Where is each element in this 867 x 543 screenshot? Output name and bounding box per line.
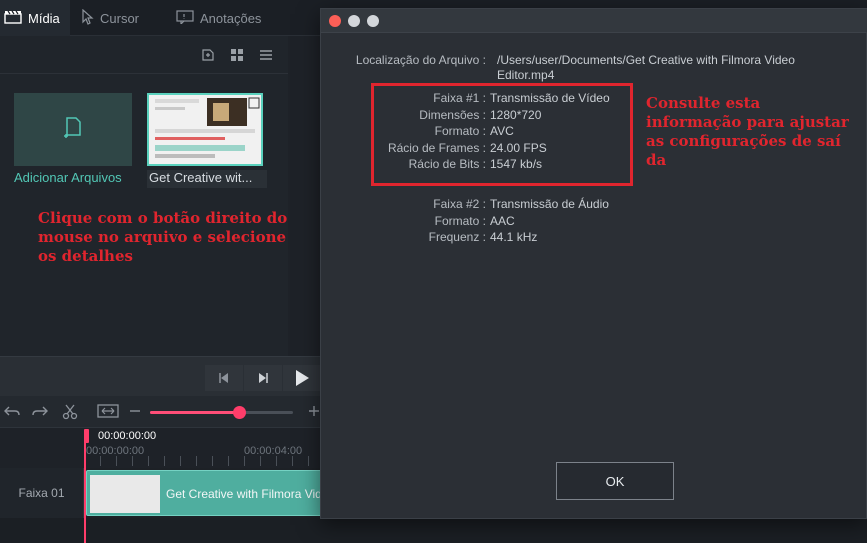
editor-window: Mídia Cursor Anotações Adicionar Arquivo… [0,0,867,543]
maximize-window-icon[interactable] [367,15,379,27]
track-header[interactable]: Faixa 01 [0,468,84,518]
track-name: Faixa 01 [18,486,65,500]
fit-timeline-icon[interactable] [97,404,119,420]
playhead-handle[interactable] [84,429,89,443]
skip-back-button[interactable] [205,365,243,391]
zoom-out-icon[interactable] [126,404,144,420]
step-forward-icon [259,373,268,383]
add-files-tile[interactable] [14,93,132,166]
annotation-icon [176,9,194,27]
redo-icon[interactable] [31,404,49,420]
zoom-slider-fill [150,411,239,414]
grid-view-icon[interactable] [230,48,244,62]
add-files-label[interactable]: Adicionar Arquivos [14,170,144,185]
track2-label: Frequenz : [428,230,486,244]
media-clip-thumbnail[interactable] [147,93,263,166]
current-timecode: 00:00:00:00 [98,430,157,442]
playhead[interactable] [84,430,86,543]
new-folder-icon[interactable] [201,48,215,62]
track2-value: 44.1 kHz [490,230,538,244]
tab-media-label: Mídia [28,10,60,26]
clapperboard-icon [4,10,22,27]
minimize-window-icon[interactable] [348,15,360,27]
tab-annotations-label: Anotações [200,10,262,26]
skip-back-icon [219,373,228,383]
instruction-annotation-right: Consulte esta informação para ajustar as… [646,94,849,169]
undo-icon[interactable] [3,404,21,420]
media-clip-label[interactable]: Get Creative wit... [147,170,267,188]
track2-value: Transmissão de Áudio [490,197,609,211]
empty-track-row [0,518,867,543]
highlight-box [371,83,633,186]
cursor-icon [80,8,94,28]
dialog-titlebar [321,9,867,33]
step-forward-button[interactable] [244,365,282,391]
track2-value: AAC [490,213,515,228]
file-location-label: Localização do Arquivo : [355,53,486,67]
instruction-annotation-left: Clique com o botão direito do mouse no a… [38,209,288,265]
close-window-icon[interactable] [329,15,341,27]
media-panel: Adicionar Arquivos Get Creative wit... C… [0,36,288,356]
tab-annotations[interactable]: Anotações [176,0,276,36]
media-toolbar [0,36,288,74]
file-location-value: /Users/user/Documents/Get Creative with … [497,53,795,82]
scissors-icon[interactable] [61,404,79,420]
file-info-dialog: Localização do Arquivo : /Users/user/Doc… [320,8,867,519]
timeline-clip-title: Get Creative with Filmora Video [166,487,336,501]
ok-button[interactable]: OK [556,462,674,500]
tab-media[interactable]: Mídia [0,0,70,36]
add-file-icon [61,115,85,144]
list-view-icon[interactable] [259,48,273,62]
play-button[interactable] [283,365,321,391]
tab-cursor[interactable]: Cursor [80,0,160,36]
timeline-clip-thumbnail [90,475,160,513]
play-icon [296,370,309,386]
zoom-slider[interactable] [150,406,293,419]
track2-label: Formato : [434,213,486,228]
tab-cursor-label: Cursor [100,10,140,26]
zoom-slider-handle[interactable] [233,406,246,419]
track2-label: Faixa #2 : [433,197,486,211]
